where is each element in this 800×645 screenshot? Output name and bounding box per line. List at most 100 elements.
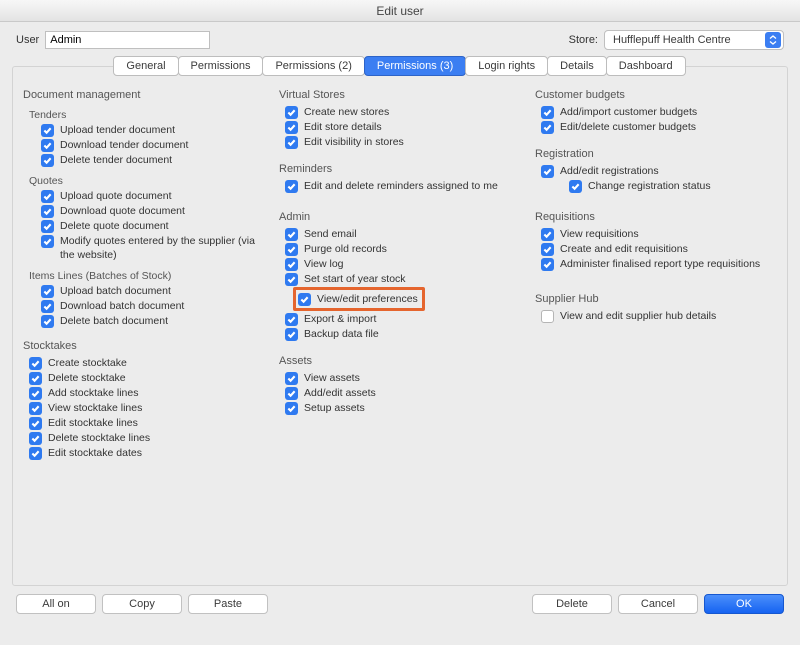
checkbox-setup-assets[interactable] xyxy=(285,402,298,415)
label-add-edit-assets: Add/edit assets xyxy=(304,386,376,400)
label-view-stocktake-lines: View stocktake lines xyxy=(48,401,142,415)
checkbox-delete-batch[interactable] xyxy=(41,315,54,328)
label-edit-stocktake-dates: Edit stocktake dates xyxy=(48,446,142,460)
checkbox-send-email[interactable] xyxy=(285,228,298,241)
tab-permissions-3[interactable]: Permissions (3) xyxy=(364,56,466,76)
checkbox-view-stocktake-lines[interactable] xyxy=(29,402,42,415)
label-download-tender: Download tender document xyxy=(60,138,188,152)
checkbox-delete-stocktake[interactable] xyxy=(29,372,42,385)
checkbox-edit-store-details[interactable] xyxy=(285,121,298,134)
heading-reminders: Reminders xyxy=(279,163,521,175)
user-label: User xyxy=(16,34,39,46)
heading-assets: Assets xyxy=(279,355,521,367)
copy-button[interactable]: Copy xyxy=(102,594,182,614)
checkbox-add-edit-assets[interactable] xyxy=(285,387,298,400)
dropdown-caret-icon xyxy=(765,32,781,48)
label-change-registration-status: Change registration status xyxy=(588,179,711,193)
label-edit-visibility: Edit visibility in stores xyxy=(304,135,404,149)
window-title: Edit user xyxy=(0,0,800,22)
checkbox-upload-batch[interactable] xyxy=(41,285,54,298)
heading-tenders: Tenders xyxy=(29,109,265,121)
label-add-stocktake-lines: Add stocktake lines xyxy=(48,386,138,400)
label-purge-records: Purge old records xyxy=(304,242,387,256)
checkbox-create-edit-requisitions[interactable] xyxy=(541,243,554,256)
label-upload-tender: Upload tender document xyxy=(60,123,175,137)
label-export-import: Export & import xyxy=(304,312,376,326)
checkbox-download-quote[interactable] xyxy=(41,205,54,218)
label-upload-batch: Upload batch document xyxy=(60,284,171,298)
heading-requisitions: Requisitions xyxy=(535,211,777,223)
heading-items-lines: Items Lines (Batches of Stock) xyxy=(29,270,265,282)
label-backup-data: Backup data file xyxy=(304,327,379,341)
store-value: Hufflepuff Health Centre xyxy=(613,34,731,46)
ok-button[interactable]: OK xyxy=(704,594,784,614)
checkbox-edit-reminders[interactable] xyxy=(285,180,298,193)
label-download-quote: Download quote document xyxy=(60,204,185,218)
checkbox-edit-visibility[interactable] xyxy=(285,136,298,149)
label-delete-quote: Delete quote document xyxy=(60,219,169,233)
paste-button[interactable]: Paste xyxy=(188,594,268,614)
tab-permissions[interactable]: Permissions xyxy=(178,56,264,76)
checkbox-supplier-hub-details[interactable] xyxy=(541,310,554,323)
delete-button[interactable]: Delete xyxy=(532,594,612,614)
permissions-panel: Document management Tenders Upload tende… xyxy=(12,66,788,586)
all-on-button[interactable]: All on xyxy=(16,594,96,614)
label-supplier-hub-details: View and edit supplier hub details xyxy=(560,309,716,323)
label-send-email: Send email xyxy=(304,227,357,241)
heading-quotes: Quotes xyxy=(29,175,265,187)
heading-admin: Admin xyxy=(279,211,521,223)
checkbox-backup-data[interactable] xyxy=(285,328,298,341)
tab-permissions-2[interactable]: Permissions (2) xyxy=(262,56,364,76)
heading-virtual-stores: Virtual Stores xyxy=(279,89,521,101)
tab-dashboard[interactable]: Dashboard xyxy=(606,56,686,76)
checkbox-purge-records[interactable] xyxy=(285,243,298,256)
label-start-year-stock: Set start of year stock xyxy=(304,272,406,286)
checkbox-upload-tender[interactable] xyxy=(41,124,54,137)
checkbox-delete-tender[interactable] xyxy=(41,154,54,167)
label-delete-batch: Delete batch document xyxy=(60,314,168,328)
tab-details[interactable]: Details xyxy=(547,56,607,76)
label-edit-delete-budgets: Edit/delete customer budgets xyxy=(560,120,696,134)
cancel-button[interactable]: Cancel xyxy=(618,594,698,614)
checkbox-edit-stocktake-lines[interactable] xyxy=(29,417,42,430)
checkbox-administer-requisitions[interactable] xyxy=(541,258,554,271)
checkbox-delete-stocktake-lines[interactable] xyxy=(29,432,42,445)
checkbox-edit-delete-budgets[interactable] xyxy=(541,121,554,134)
checkbox-change-registration-status[interactable] xyxy=(569,180,582,193)
checkbox-view-log[interactable] xyxy=(285,258,298,271)
checkbox-add-edit-registrations[interactable] xyxy=(541,165,554,178)
label-create-edit-requisitions: Create and edit requisitions xyxy=(560,242,688,256)
highlight-view-edit-preferences: View/edit preferences xyxy=(293,287,425,311)
label-download-batch: Download batch document xyxy=(60,299,184,313)
checkbox-upload-quote[interactable] xyxy=(41,190,54,203)
checkbox-add-stocktake-lines[interactable] xyxy=(29,387,42,400)
checkbox-delete-quote[interactable] xyxy=(41,220,54,233)
label-add-edit-registrations: Add/edit registrations xyxy=(560,164,659,178)
label-delete-stocktake-lines: Delete stocktake lines xyxy=(48,431,150,445)
checkbox-create-stocktake[interactable] xyxy=(29,357,42,370)
label-edit-store-details: Edit store details xyxy=(304,120,382,134)
checkbox-view-requisitions[interactable] xyxy=(541,228,554,241)
checkbox-edit-stocktake-dates[interactable] xyxy=(29,447,42,460)
label-edit-stocktake-lines: Edit stocktake lines xyxy=(48,416,138,430)
checkbox-export-import[interactable] xyxy=(285,313,298,326)
label-view-requisitions: View requisitions xyxy=(560,227,639,241)
label-edit-reminders: Edit and delete reminders assigned to me xyxy=(304,179,498,193)
heading-supplier-hub: Supplier Hub xyxy=(535,293,777,305)
store-dropdown[interactable]: Hufflepuff Health Centre xyxy=(604,30,784,50)
checkbox-modify-quotes[interactable] xyxy=(41,235,54,248)
tab-login-rights[interactable]: Login rights xyxy=(465,56,548,76)
checkbox-create-stores[interactable] xyxy=(285,106,298,119)
tab-general[interactable]: General xyxy=(113,56,178,76)
label-delete-stocktake: Delete stocktake xyxy=(48,371,126,385)
label-view-log: View log xyxy=(304,257,344,271)
checkbox-view-edit-preferences[interactable] xyxy=(298,293,311,306)
heading-stocktakes: Stocktakes xyxy=(23,340,265,352)
checkbox-add-import-budgets[interactable] xyxy=(541,106,554,119)
checkbox-download-tender[interactable] xyxy=(41,139,54,152)
heading-registration: Registration xyxy=(535,148,777,160)
checkbox-start-year-stock[interactable] xyxy=(285,273,298,286)
user-input[interactable] xyxy=(45,31,210,49)
checkbox-view-assets[interactable] xyxy=(285,372,298,385)
checkbox-download-batch[interactable] xyxy=(41,300,54,313)
